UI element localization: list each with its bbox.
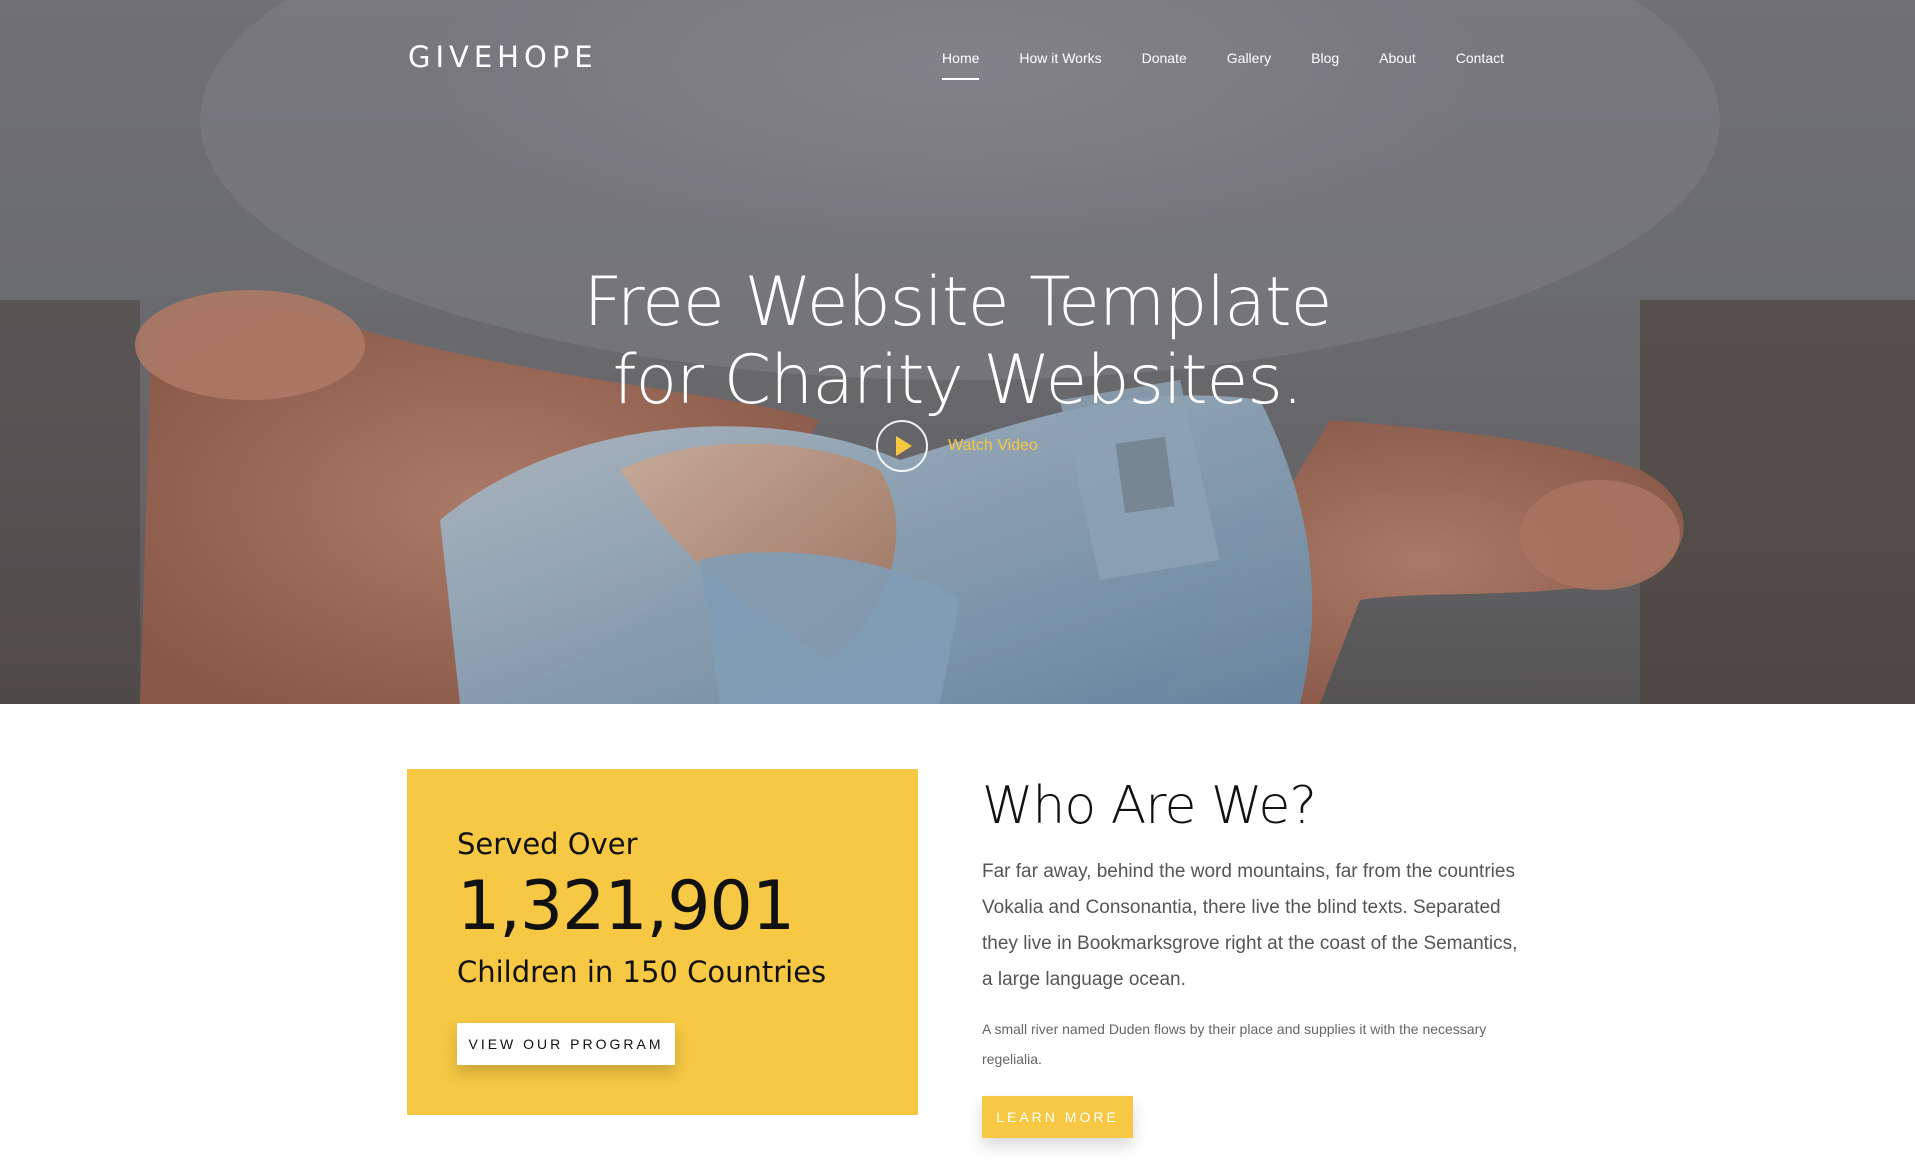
watch-video-link[interactable]: Watch Video — [876, 420, 1038, 472]
nav-menu: Home How it Works Donate Gallery Blog Ab… — [942, 50, 1504, 80]
play-button[interactable] — [876, 420, 928, 472]
learn-more-button[interactable]: LEARN MORE — [982, 1096, 1133, 1138]
about-title: Who Are We? — [982, 776, 1317, 836]
hero-section: GIVEHOPE Home How it Works Donate Galler… — [0, 0, 1915, 704]
nav-item-about[interactable]: About — [1379, 50, 1416, 80]
main-navigation: GIVEHOPE Home How it Works Donate Galler… — [0, 0, 1915, 120]
watch-video-label[interactable]: Watch Video — [948, 437, 1038, 455]
stats-children-label: Children in 150 Countries — [457, 955, 827, 989]
hero-title-line-2: for Charity Websites. — [612, 340, 1304, 420]
about-lead-text: Far far away, behind the word mountains,… — [982, 861, 1518, 990]
nav-item-home[interactable]: Home — [942, 50, 980, 80]
play-icon — [896, 436, 912, 456]
nav-item-gallery[interactable]: Gallery — [1227, 50, 1271, 80]
about-section: Who Are We? Far far away, behind the wor… — [982, 770, 1522, 1138]
stats-box: Served Over 1,321,901 Children in 150 Co… — [407, 769, 918, 1115]
view-program-button[interactable]: VIEW OUR PROGRAM — [457, 1023, 675, 1065]
hero-title: Free Website Template for Charity Websit… — [0, 262, 1915, 420]
brand-logo[interactable]: GIVEHOPE — [408, 40, 598, 74]
nav-item-contact[interactable]: Contact — [1456, 50, 1504, 80]
nav-item-donate[interactable]: Donate — [1142, 50, 1187, 80]
nav-item-blog[interactable]: Blog — [1311, 50, 1339, 80]
nav-item-how-it-works[interactable]: How it Works — [1019, 50, 1101, 80]
stats-number: 1,321,901 — [457, 867, 795, 946]
about-small-text: A small river named Duden flows by their… — [982, 1021, 1487, 1067]
stats-served-label: Served Over — [457, 827, 638, 861]
hero-title-line-1: Free Website Template — [583, 262, 1333, 342]
